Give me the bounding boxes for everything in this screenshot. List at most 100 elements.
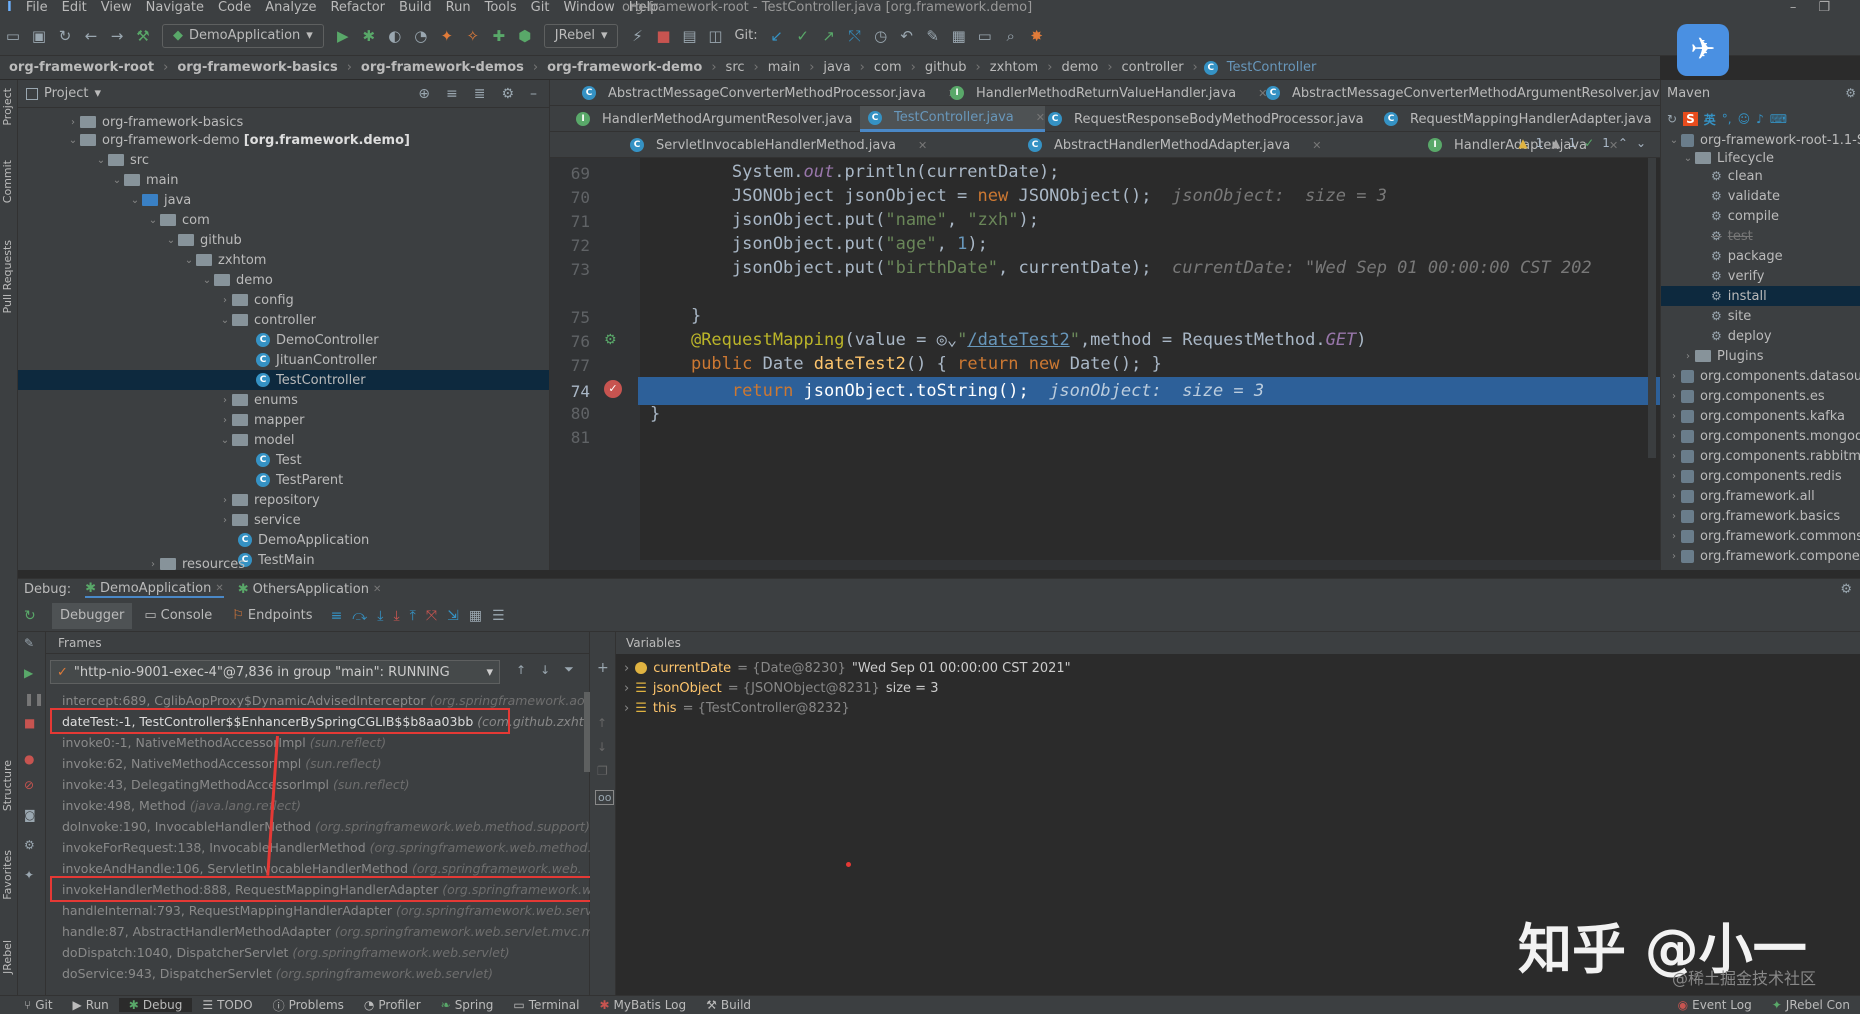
tree-item-resources[interactable]: › resources <box>146 558 245 570</box>
plugin-icon[interactable]: ✸ <box>1024 23 1050 49</box>
tab-debugger[interactable]: Debugger <box>52 602 133 629</box>
step-over-icon[interactable]: ⤼ <box>352 608 367 624</box>
git-commit-icon[interactable]: ✓ <box>790 23 816 49</box>
pause-icon[interactable]: ❚❚ <box>24 692 44 706</box>
maven-lifecycle[interactable]: ⌄ Lifecycle <box>1681 148 1774 168</box>
menu-git[interactable]: Git <box>524 0 557 16</box>
tab-ahma[interactable]: C AbstractHandlerMethodAdapter.java ✕ <box>1020 132 1322 158</box>
tool-profiler[interactable]: ◔ Profiler <box>354 998 431 1012</box>
breakpoint-icon[interactable]: ✓ <box>604 380 622 398</box>
tree-item-github[interactable]: ⌄ github <box>164 230 242 250</box>
tree-item-zxhtom[interactable]: ⌄ zxhtom <box>182 250 267 270</box>
project-structure-icon[interactable]: ▦ <box>946 23 972 49</box>
arrow-down-icon[interactable]: ↓ <box>540 663 550 677</box>
forward-icon[interactable]: → <box>104 23 130 49</box>
wrench-icon[interactable]: ✎ <box>24 636 34 650</box>
rollback-icon[interactable]: ↶ <box>894 23 920 49</box>
gear-icon[interactable]: ⚙ <box>1845 86 1856 100</box>
crumb-src[interactable]: src <box>723 60 748 75</box>
crumb-demos[interactable]: org-framework-demos <box>358 60 527 75</box>
inspection-widget[interactable]: ▲ 1 ▲ 1 ✓ 1 ⌃ ⌄ <box>1518 136 1646 150</box>
run-to-cursor-icon[interactable]: ⇲ <box>447 608 459 624</box>
tree-item-testparent[interactable]: C TestParent <box>256 470 343 490</box>
crumb-controller[interactable]: controller <box>1119 60 1187 75</box>
maven-phase-verify[interactable]: ⚙ verify <box>1711 266 1764 286</box>
save-icon[interactable]: ▣ <box>26 23 52 49</box>
maven-module[interactable]: › org.framework.all <box>1667 486 1815 506</box>
git-push-icon[interactable]: ↗ <box>816 23 842 49</box>
crumb-com[interactable]: com <box>871 60 905 75</box>
git-update-icon[interactable]: ↙ <box>764 23 790 49</box>
maven-module[interactable]: ›org.components.datasource <box>1667 366 1860 386</box>
tree-item-enums[interactable]: › enums <box>218 390 298 410</box>
maven-plugins[interactable]: › Plugins <box>1681 346 1764 366</box>
view-breakpoints-icon[interactable]: ● <box>24 752 34 766</box>
tree-item-com[interactable]: ⌄ com <box>146 210 210 230</box>
favorites-tool-tab[interactable]: Favorites <box>1 850 14 900</box>
maven-module[interactable]: › org.components.kafka <box>1667 406 1845 426</box>
maven-root[interactable]: ⌄ org-framework-root-1.1-SN <box>1667 130 1860 150</box>
maven-phase-test[interactable]: ⚙ test <box>1711 226 1753 246</box>
tree-item-jituancontroller[interactable]: C JituanController <box>256 350 377 370</box>
frame-row[interactable]: invoke:498, Method (java.lang.reflect) <box>62 795 301 816</box>
chevron-down-icon[interactable]: ⌄ <box>1636 136 1646 150</box>
menu-refactor[interactable]: Refactor <box>323 0 392 16</box>
tree-item-testcontroller[interactable]: C TestController <box>18 370 549 390</box>
project-tool-tab[interactable]: Project <box>1 88 14 126</box>
menu-file[interactable]: File <box>19 0 55 16</box>
jrebel-select[interactable]: JRebel ▾ <box>543 23 619 48</box>
drop-frame-icon[interactable]: ⤧ <box>426 608 437 624</box>
stop-icon[interactable]: ■ <box>24 716 35 730</box>
tool-spring[interactable]: ❧ Spring <box>431 998 504 1012</box>
maven-module[interactable]: › org.framework.basics <box>1667 506 1840 526</box>
crumb-github[interactable]: github <box>922 60 970 75</box>
frame-row[interactable]: invokeForRequest:138, InvocableHandlerMe… <box>62 837 629 858</box>
maven-phase-validate[interactable]: ⚙ validate <box>1711 186 1780 206</box>
structure-icon[interactable]: ◫ <box>702 23 728 49</box>
menu-build[interactable]: Build <box>392 0 439 16</box>
rerun-icon[interactable]: ↻ <box>24 608 48 624</box>
resume-icon[interactable]: ▶ <box>24 666 33 680</box>
tool-problems[interactable]: ⓘ Problems <box>263 997 354 1014</box>
mute-breakpoints-icon[interactable]: ⊘ <box>24 778 34 792</box>
step-into-icon[interactable]: ⤓ <box>377 608 383 624</box>
maven-module[interactable]: › org.components.es <box>1667 386 1825 406</box>
build-icon[interactable]: ⚒ <box>130 23 156 49</box>
show-execution-point-icon[interactable]: ≡ <box>331 608 343 624</box>
maven-module[interactable]: › org.components.mongodb <box>1667 426 1860 446</box>
tool-mybatis-log[interactable]: ✱ MyBatis Log <box>589 998 696 1012</box>
jrebel-deploy-icon[interactable]: ⬢ <box>512 23 538 49</box>
maven-phase-compile[interactable]: ⚙ compile <box>1711 206 1779 226</box>
maven-module[interactable]: › org.framework.commons <box>1667 526 1860 546</box>
editor-hscroll[interactable] <box>550 560 1660 570</box>
crumb-main[interactable]: main <box>765 60 803 75</box>
tab-rrbmp[interactable]: C RequestResponseBodyMethodProcessor.java… <box>1040 106 1395 132</box>
force-step-into-icon[interactable]: ⤓ <box>393 608 399 624</box>
arrow-up-icon[interactable]: ↑ <box>516 663 526 677</box>
thread-select[interactable]: ✓ "http-nio-9001-exec-4"@7,836 in group … <box>50 660 500 684</box>
tab-endpoints[interactable]: ⚐ Endpoints <box>224 608 320 623</box>
tree-item-test[interactable]: C Test <box>256 450 302 470</box>
jrebel-run-icon[interactable]: ✦ <box>434 23 460 49</box>
frame-row[interactable]: doInvoke:190, InvocableHandlerMethod (or… <box>62 816 590 837</box>
expand-all-icon[interactable]: ≡ <box>446 86 458 102</box>
trace-icon[interactable]: ☰ <box>492 608 505 624</box>
tab-amcmp[interactable]: C AbstractMessageConverterMethodProcessor… <box>574 80 957 106</box>
spring-bean-icon[interactable]: ⚙ <box>604 332 622 350</box>
step-out-icon[interactable]: ⤒ <box>410 608 416 624</box>
menu-run[interactable]: Run <box>439 0 478 16</box>
session-tab-demoapplication[interactable]: ✱ DemoApplication ✕ <box>85 581 224 598</box>
tab-hmrvh[interactable]: I HandlerMethodReturnValueHandler.java ✕ <box>942 80 1267 106</box>
tab-amcmar[interactable]: C AbstractMessageConverterMethodArgumentR… <box>1258 80 1699 106</box>
frame-row[interactable]: invoke:62, NativeMethodAccessorImpl (sun… <box>62 753 382 774</box>
search-icon[interactable]: ⌕ <box>998 23 1024 49</box>
frame-row[interactable]: doService:943, DispatcherServlet (org.sp… <box>62 963 493 984</box>
reload-icon[interactable]: ↻ <box>1667 112 1677 126</box>
tool-jrebel-console[interactable]: ✦ JRebel Con <box>1762 998 1860 1012</box>
structure-tool-tab[interactable]: Structure <box>1 760 14 811</box>
jrebel-debug-icon[interactable]: ✧ <box>460 23 486 49</box>
crumb-zxhtom[interactable]: zxhtom <box>987 60 1041 75</box>
arrow-down-icon[interactable]: ↓ <box>597 740 607 754</box>
tool-event-log[interactable]: ◉ Event Log <box>1668 998 1762 1012</box>
maven-module[interactable]: › org.components.rabbitmq <box>1667 446 1860 466</box>
